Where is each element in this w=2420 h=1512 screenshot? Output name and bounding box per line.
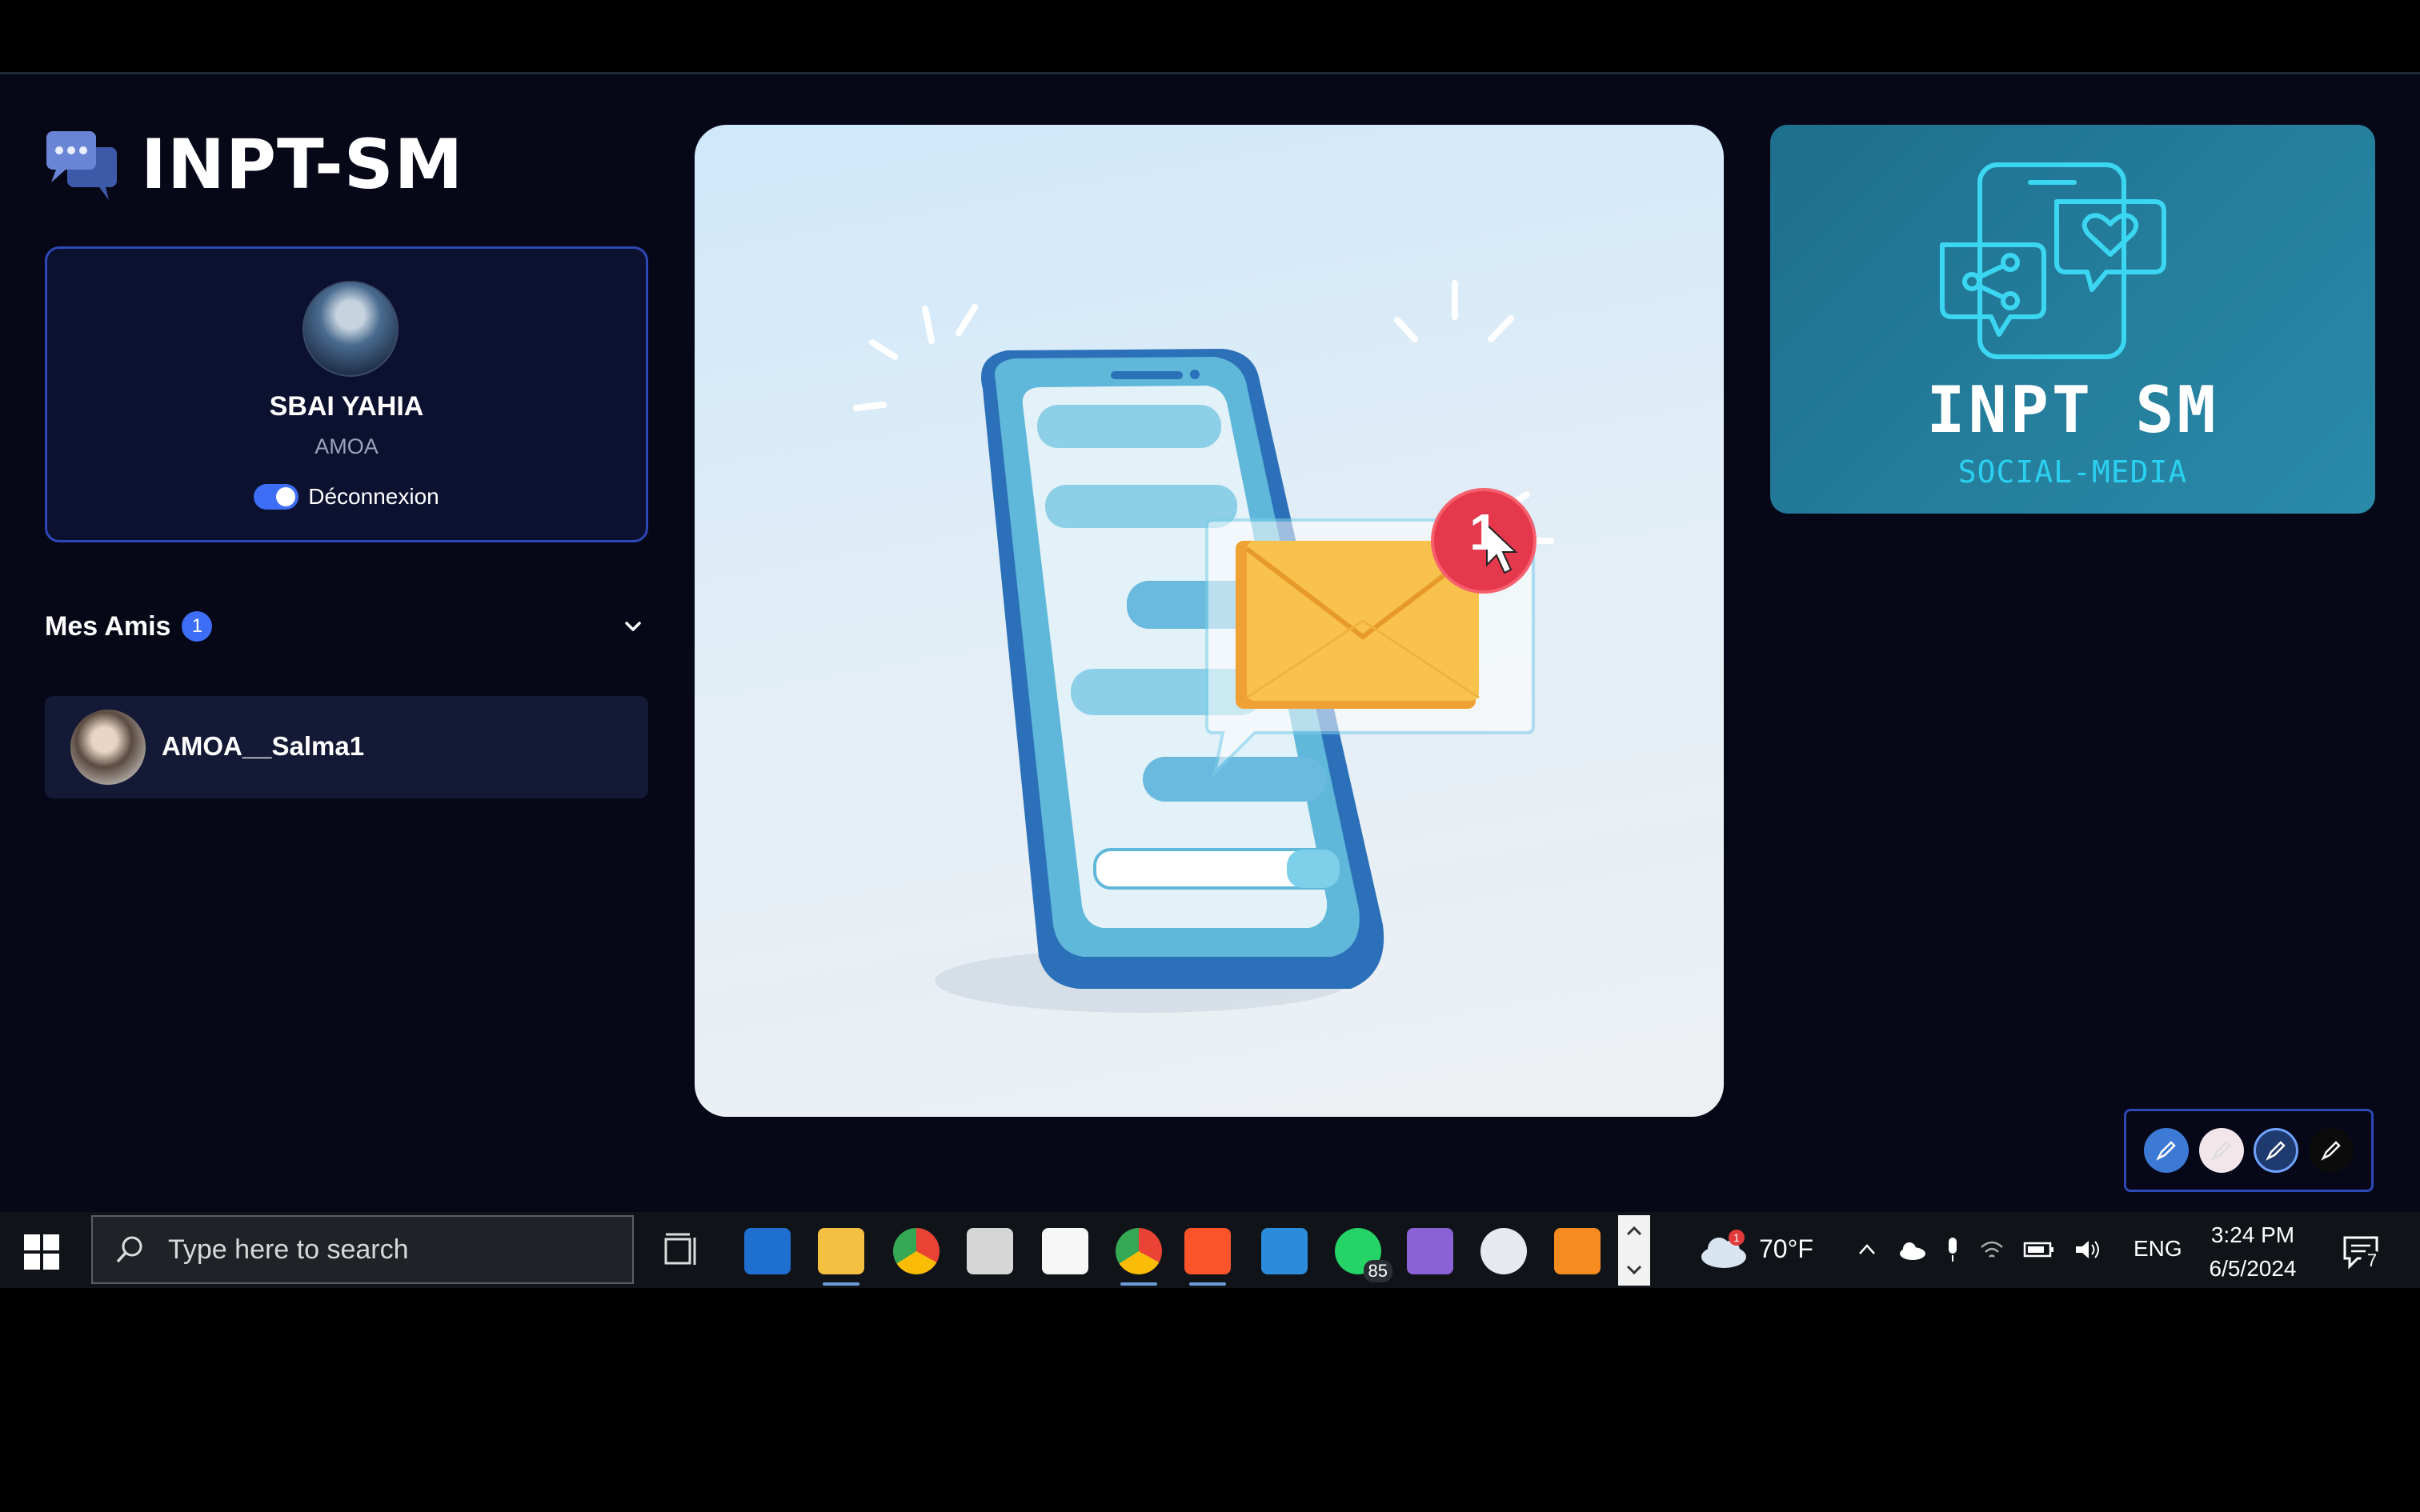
microphone-icon[interactable] bbox=[1945, 1236, 1961, 1263]
chevron-up-icon[interactable] bbox=[1855, 1238, 1879, 1262]
pen-icon bbox=[2210, 1141, 2231, 1161]
brand-card-title: INPT SM bbox=[1926, 373, 2219, 447]
video-editor-icon[interactable] bbox=[1407, 1228, 1453, 1274]
profile-name: SBAI YAHIA bbox=[269, 391, 424, 422]
language-indicator[interactable]: ENG bbox=[2134, 1236, 2182, 1262]
pen-blue-button[interactable] bbox=[2144, 1128, 2190, 1173]
windows-start-icon[interactable] bbox=[24, 1234, 59, 1270]
brave-icon[interactable] bbox=[1184, 1228, 1231, 1286]
toggle-knob bbox=[276, 487, 296, 506]
pen-icon bbox=[2156, 1141, 2177, 1161]
media-player-icon[interactable] bbox=[1480, 1228, 1527, 1274]
windows-taskbar: Type here to search 85 1 70°F ENG 3:24 P… bbox=[0, 1212, 2420, 1288]
onedrive-icon[interactable] bbox=[1897, 1238, 1927, 1262]
active-indicator bbox=[823, 1282, 859, 1286]
taskbar-overflow-scroll[interactable] bbox=[1618, 1215, 1650, 1286]
weather-widget[interactable]: 1 70°F bbox=[1698, 1228, 1813, 1270]
file-explorer-icon[interactable] bbox=[818, 1228, 864, 1286]
friends-header[interactable]: Mes Amis 1 bbox=[45, 606, 648, 646]
task-view-icon[interactable] bbox=[658, 1228, 704, 1274]
active-indicator bbox=[1189, 1282, 1226, 1286]
logout-label[interactable]: Déconnexion bbox=[308, 484, 439, 510]
pen-icon bbox=[2266, 1141, 2286, 1161]
wifi-icon[interactable] bbox=[1978, 1238, 2005, 1262]
pen-icon bbox=[2320, 1141, 2341, 1161]
notification-count: 7 bbox=[2361, 1250, 2383, 1271]
hero-illustration bbox=[695, 125, 1724, 1117]
active-indicator bbox=[1120, 1282, 1157, 1286]
pen-toolbar bbox=[2124, 1109, 2374, 1192]
pen-white-button[interactable] bbox=[2198, 1128, 2244, 1173]
taskbar-search[interactable]: Type here to search bbox=[91, 1215, 634, 1284]
system-tray bbox=[1855, 1236, 2101, 1263]
friend-avatar bbox=[70, 710, 146, 785]
search-placeholder: Type here to search bbox=[168, 1234, 409, 1265]
app-title: INPT-SM bbox=[141, 125, 464, 205]
chevron-down-icon[interactable] bbox=[621, 614, 645, 638]
profile-card: SBAI YAHIA AMOA Déconnexion bbox=[45, 246, 648, 542]
profile-role: AMOA bbox=[315, 434, 379, 458]
whatsapp-icon[interactable]: 85 bbox=[1335, 1228, 1392, 1282]
friend-list-item[interactable]: AMOA__Salma1 bbox=[45, 696, 648, 798]
chrome-icon[interactable] bbox=[893, 1228, 940, 1274]
app-logo[interactable]: INPT-SM bbox=[43, 125, 463, 205]
battery-icon[interactable] bbox=[2023, 1239, 2055, 1260]
calculator-icon[interactable] bbox=[967, 1228, 1013, 1274]
avatar[interactable] bbox=[302, 281, 399, 377]
chat-bubbles-icon bbox=[46, 131, 117, 200]
whatsapp-badge: 85 bbox=[1363, 1260, 1392, 1282]
volume-icon[interactable] bbox=[2073, 1238, 2101, 1262]
clock-time: 3:24 PM bbox=[2210, 1222, 2295, 1247]
brand-card: INPT SM SOCIAL-MEDIA bbox=[1770, 125, 2375, 514]
social-media-logo-icon bbox=[1940, 162, 2166, 359]
brand-card-subtitle: SOCIAL-MEDIA bbox=[1957, 454, 2188, 490]
search-icon bbox=[116, 1236, 142, 1263]
vscode-icon[interactable] bbox=[1261, 1228, 1308, 1274]
friend-name: AMOA__Salma1 bbox=[162, 731, 365, 761]
xampp-icon[interactable] bbox=[1554, 1228, 1601, 1274]
cloud-icon: 1 bbox=[1701, 1230, 1746, 1268]
outlook-icon[interactable] bbox=[744, 1228, 791, 1274]
logout-toggle[interactable] bbox=[254, 484, 299, 510]
friends-count-badge: 1 bbox=[182, 611, 213, 642]
weather-badge: 1 bbox=[1733, 1231, 1740, 1244]
notification-badge-number: 1 bbox=[1469, 503, 1498, 561]
chrome-icon[interactable] bbox=[1116, 1228, 1162, 1286]
notepad-icon[interactable] bbox=[1042, 1228, 1088, 1274]
clock-date: 6/5/2024 bbox=[2209, 1256, 2297, 1281]
pen-darkblue-button[interactable] bbox=[2254, 1128, 2299, 1173]
taskbar-clock[interactable]: 3:24 PM 6/5/2024 bbox=[2193, 1218, 2313, 1286]
friends-title: Mes Amis bbox=[45, 610, 171, 642]
pen-black-button[interactable] bbox=[2308, 1128, 2354, 1173]
phone-notification-illustration bbox=[853, 280, 1554, 1013]
chevron-up-down-icon bbox=[1626, 1226, 1642, 1275]
logout-control: Déconnexion bbox=[47, 484, 646, 510]
temperature: 70°F bbox=[1759, 1234, 1813, 1263]
